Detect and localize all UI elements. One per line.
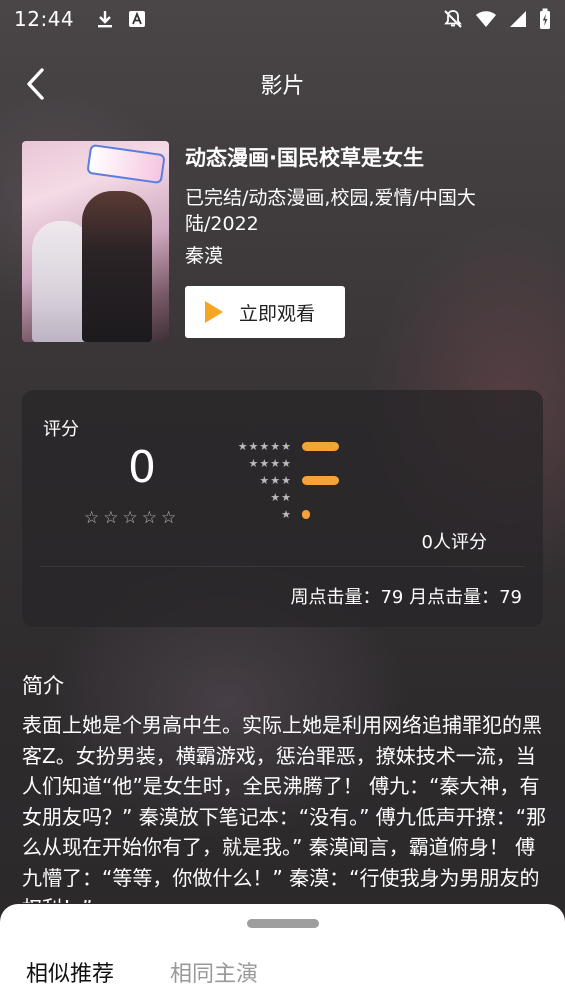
rating-distribution-row: ★★★ bbox=[218, 472, 339, 489]
status-bar: 12:44 bbox=[0, 0, 565, 38]
intro-heading: 简介 bbox=[22, 674, 64, 698]
rating-distribution-row: ★★ bbox=[218, 489, 339, 506]
sheet-drag-handle[interactable] bbox=[247, 919, 319, 928]
rating-count: 0人评分 bbox=[421, 532, 487, 553]
watch-now-label: 立即观看 bbox=[239, 302, 316, 325]
movie-info: 动态漫画·国民校草是女生 已完结/动态漫画,校园,爱情/中国大陆/2022 秦漠 bbox=[185, 141, 545, 269]
star-outline-icon: ☆ bbox=[141, 508, 157, 528]
movie-actor[interactable]: 秦漠 bbox=[185, 243, 545, 269]
rating-distribution-row: ★★★★ bbox=[218, 455, 339, 472]
tab-similar[interactable]: 相似推荐 bbox=[26, 956, 114, 988]
distribution-bar bbox=[302, 510, 311, 519]
download-icon bbox=[98, 11, 113, 28]
play-icon bbox=[205, 301, 223, 323]
distribution-stars: ★ bbox=[281, 508, 292, 521]
a-icon bbox=[129, 11, 146, 27]
chevron-left-icon bbox=[27, 68, 44, 100]
poster-logo bbox=[86, 143, 166, 185]
battery-icon bbox=[540, 8, 550, 29]
notifications-off-icon bbox=[444, 10, 462, 28]
rating-card: 评分 0 ☆ ☆ ☆ ☆ ☆ ★★★★★ ★★★★ ★★★ ★★ ★ 0人评分 周点击量… bbox=[22, 390, 543, 627]
distribution-stars: ★★ bbox=[270, 491, 292, 504]
star-outline-icon: ☆ bbox=[103, 508, 119, 528]
distribution-stars: ★★★★ bbox=[248, 457, 292, 470]
page-title: 影片 bbox=[260, 74, 305, 99]
star-outline-icon: ☆ bbox=[161, 508, 177, 528]
top-nav: 影片 bbox=[0, 60, 565, 108]
poster-figure-right bbox=[82, 191, 152, 342]
distribution-bar bbox=[302, 442, 339, 451]
signal-icon bbox=[510, 11, 526, 27]
watch-now-button[interactable]: 立即观看 bbox=[185, 286, 345, 338]
status-time: 12:44 bbox=[14, 7, 75, 31]
divider bbox=[40, 566, 525, 567]
bottom-sheet: 相似推荐 相同主演 bbox=[0, 904, 565, 1004]
rating-stars: ☆ ☆ ☆ ☆ ☆ bbox=[84, 508, 176, 528]
back-button[interactable] bbox=[22, 66, 52, 102]
status-right-icons bbox=[443, 8, 551, 30]
rating-distribution-row: ★ bbox=[218, 506, 339, 523]
rating-label: 评分 bbox=[43, 419, 79, 440]
intro-text: 表面上她是个男高中生。实际上她是利用网络追捕罪犯的黑客Z。女扮男装，横霸游戏，惩… bbox=[22, 713, 547, 903]
wifi-icon bbox=[476, 11, 496, 27]
rating-distribution: ★★★★★ ★★★★ ★★★ ★★ ★ bbox=[218, 438, 339, 523]
distribution-bar bbox=[302, 476, 339, 485]
movie-title: 动态漫画·国民校草是女生 bbox=[185, 146, 424, 170]
rating-distribution-row: ★★★★★ bbox=[218, 438, 339, 455]
click-stats: 周点击量：79 月点击量：79 bbox=[290, 587, 522, 608]
star-outline-icon: ☆ bbox=[84, 508, 100, 528]
star-outline-icon: ☆ bbox=[122, 508, 138, 528]
distribution-stars: ★★★ bbox=[259, 474, 292, 487]
movie-meta: 已完结/动态漫画,校园,爱情/中国大陆/2022 bbox=[185, 187, 476, 235]
status-left-icons bbox=[96, 9, 146, 29]
distribution-stars: ★★★★★ bbox=[237, 440, 292, 453]
tab-same-cast[interactable]: 相同主演 bbox=[170, 956, 258, 988]
movie-poster[interactable] bbox=[22, 141, 169, 342]
